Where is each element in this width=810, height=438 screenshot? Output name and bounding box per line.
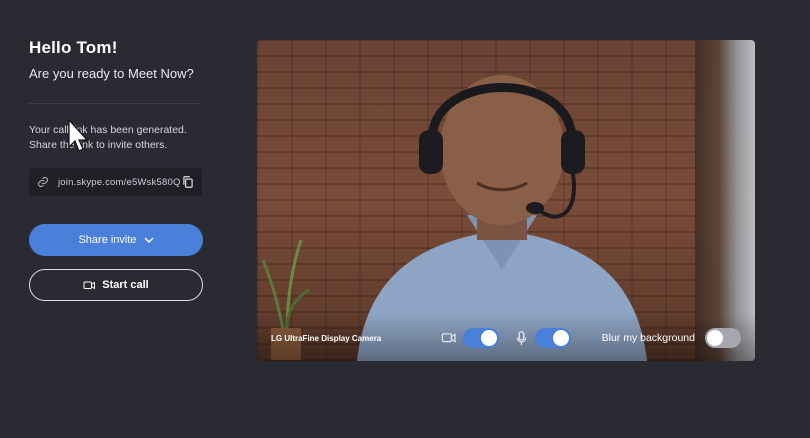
share-invite-label: Share invite (78, 234, 137, 246)
blur-background-label: Blur my background (601, 332, 695, 344)
start-call-button[interactable]: Start call (29, 269, 203, 301)
meet-now-panel: Hello Tom! Are you ready to Meet Now? Yo… (29, 38, 205, 301)
mouse-pointer-icon (68, 119, 89, 152)
blur-control: Blur my background (602, 328, 741, 348)
copy-icon[interactable] (181, 175, 195, 189)
greeting-title: Hello Tom! (29, 38, 118, 57)
blur-background-toggle[interactable] (705, 328, 741, 348)
subtitle: Are you ready to Meet Now? (29, 66, 194, 81)
link-icon (37, 175, 49, 189)
camera-control (441, 328, 499, 348)
video-call-icon (83, 280, 96, 291)
divider (29, 103, 201, 104)
camera-icon (441, 332, 457, 344)
call-link-url[interactable]: join.skype.com/e5Wsk580Q (58, 177, 181, 188)
start-call-label: Start call (102, 279, 149, 291)
share-invite-button[interactable]: Share invite (29, 224, 203, 256)
mic-control (516, 328, 571, 348)
microphone-icon (516, 330, 527, 346)
camera-name-label: LG UltraFine Display Camera (271, 334, 382, 343)
chevron-down-icon (144, 236, 154, 244)
call-link-box: join.skype.com/e5Wsk580Q (29, 168, 202, 196)
camera-preview: LG UltraFine Display Camera Blur my back… (257, 40, 755, 361)
microphone-toggle[interactable] (535, 328, 571, 348)
info-text: Your call link has been generated. Share… (29, 124, 187, 151)
camera-toggle[interactable] (463, 328, 499, 348)
